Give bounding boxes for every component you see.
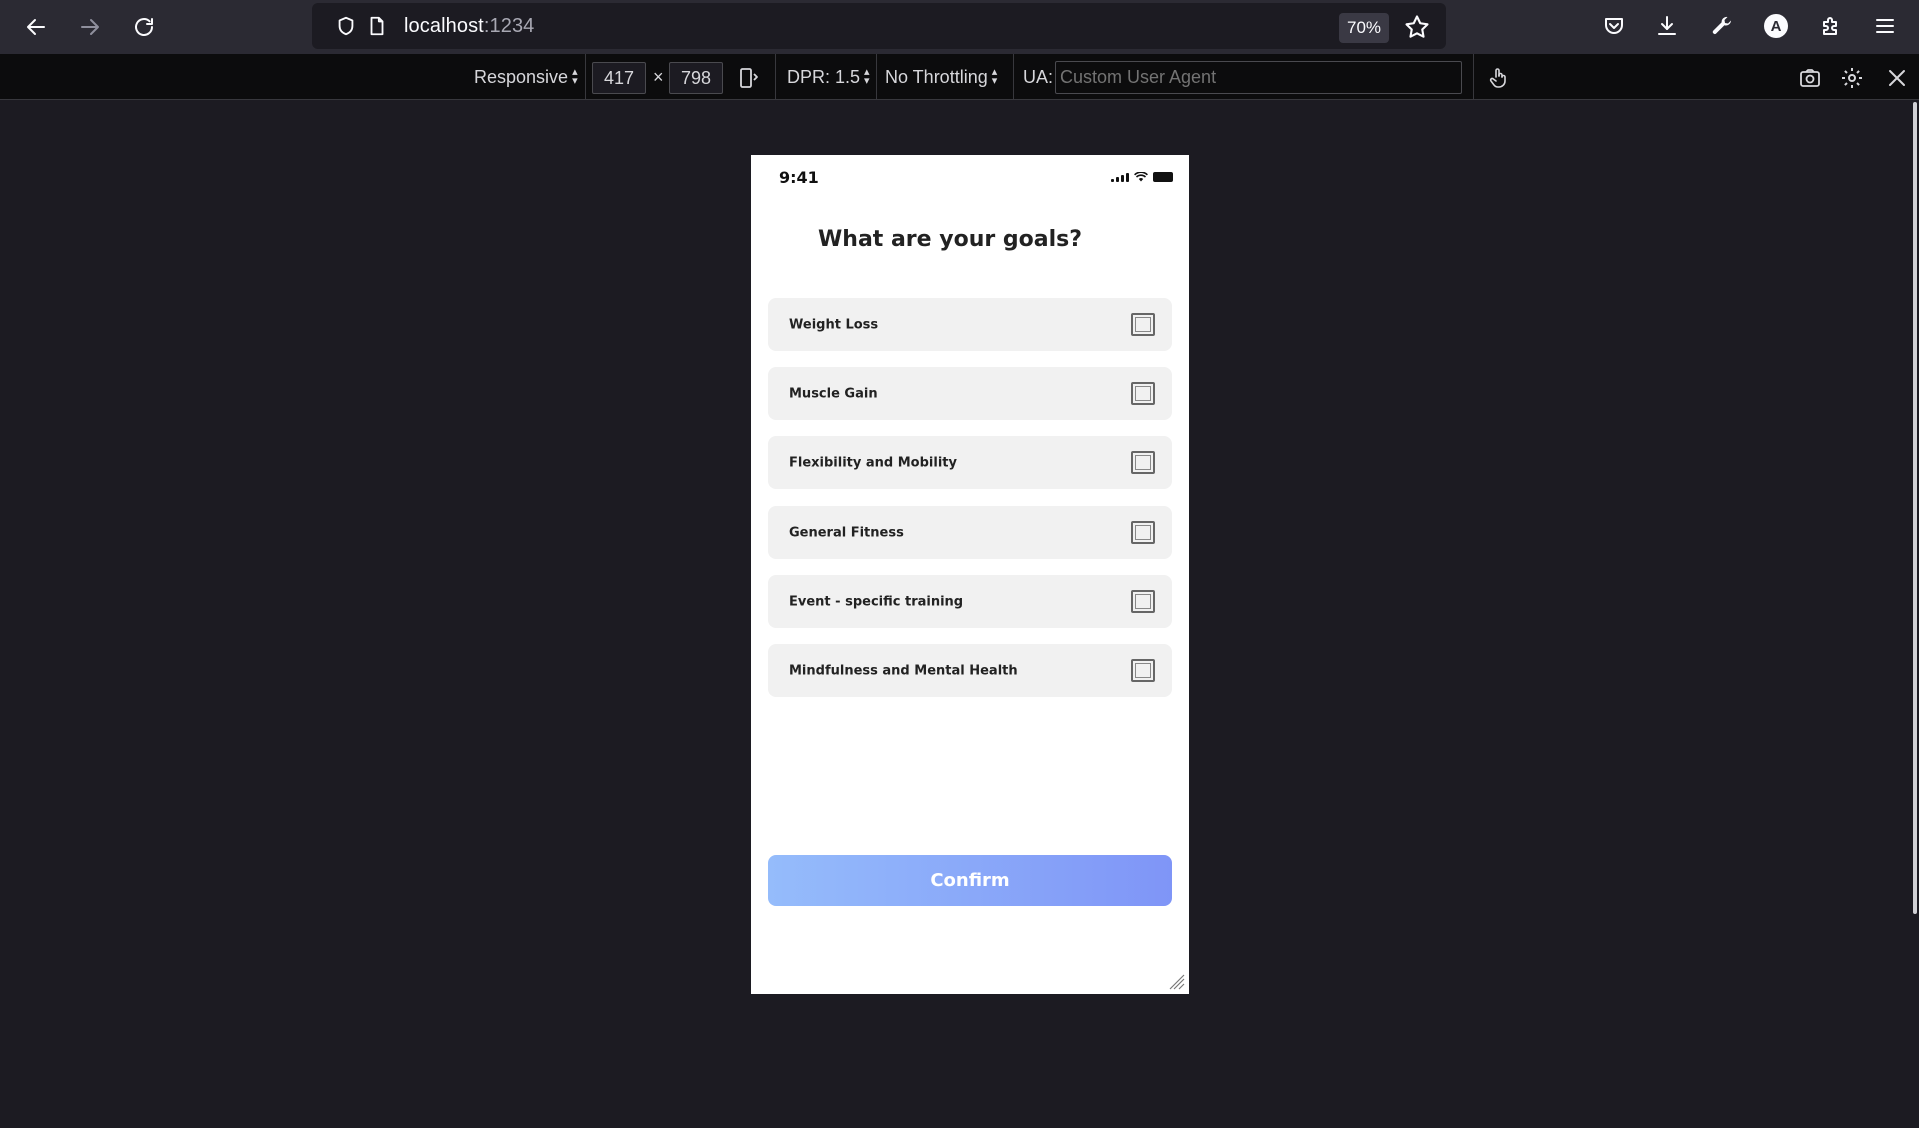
- pocket-button[interactable]: [1599, 11, 1629, 41]
- page-title: What are your goals?: [818, 227, 1082, 252]
- page-icon[interactable]: [365, 14, 389, 38]
- goal-checkbox[interactable]: [1131, 659, 1155, 682]
- settings-button[interactable]: [1838, 64, 1866, 92]
- goal-checkbox[interactable]: [1131, 451, 1155, 474]
- goal-label: Weight Loss: [789, 317, 879, 332]
- goal-option-general-fitness[interactable]: General Fitness: [768, 506, 1172, 559]
- puzzle-icon: [1823, 17, 1837, 35]
- goal-label: General Fitness: [789, 525, 904, 540]
- forward-button[interactable]: [73, 10, 107, 44]
- screenshot-button[interactable]: [1796, 64, 1824, 92]
- dimension-times: ×: [653, 66, 664, 87]
- resize-handle-icon[interactable]: [1169, 974, 1185, 990]
- status-icons: [1111, 172, 1173, 182]
- device-label: Responsive: [474, 66, 569, 87]
- user-agent-input[interactable]: Custom User Agent: [1055, 61, 1462, 94]
- url-text[interactable]: localhost:1234: [404, 15, 534, 38]
- phone-screen: 9:41 What are your goals? Weight Loss Mu…: [751, 155, 1189, 994]
- separator: [876, 54, 877, 100]
- bookmark-star-icon[interactable]: [1403, 13, 1431, 41]
- status-time: 9:41: [779, 168, 819, 187]
- ua-label: UA:: [1023, 66, 1054, 87]
- goal-label: Muscle Gain: [789, 386, 878, 401]
- touch-hand-icon: [1489, 68, 1506, 88]
- account-button[interactable]: A: [1761, 11, 1791, 41]
- zoom-level-badge[interactable]: 70%: [1339, 13, 1389, 43]
- separator: [585, 54, 586, 100]
- device-selector[interactable]: Responsive ▴ ▾: [474, 63, 578, 91]
- updown-icon: ▴ ▾: [864, 66, 870, 87]
- camera-icon: [1800, 69, 1820, 87]
- dpr-label: DPR: 1.5: [787, 66, 861, 87]
- throttling-selector[interactable]: No Throttling ▴ ▾: [885, 63, 997, 91]
- goal-label: Mindfulness and Mental Health: [789, 663, 1018, 678]
- devtools-button[interactable]: [1707, 11, 1737, 41]
- reload-icon: [135, 18, 153, 36]
- avatar: A: [1764, 14, 1788, 38]
- separator: [775, 54, 776, 100]
- viewport-height-input[interactable]: 798: [669, 62, 723, 94]
- throttling-label: No Throttling: [885, 66, 988, 87]
- download-icon: [1658, 16, 1676, 35]
- shield-icon[interactable]: [334, 14, 358, 38]
- url-host: localhost: [404, 15, 484, 37]
- close-icon: [1889, 70, 1905, 86]
- url-bar[interactable]: localhost:1234 70%: [312, 3, 1446, 49]
- downloads-button[interactable]: [1652, 11, 1682, 41]
- updown-icon: ▴ ▾: [572, 66, 578, 87]
- goal-checkbox[interactable]: [1131, 313, 1155, 336]
- back-button[interactable]: [19, 10, 53, 44]
- goal-option-event-training[interactable]: Event - specific training: [768, 575, 1172, 628]
- gear-icon: [1842, 68, 1862, 88]
- dpr-selector[interactable]: DPR: 1.5 ▴ ▾: [787, 63, 870, 91]
- signal-icon: [1111, 172, 1129, 182]
- rotate-device-icon: [740, 68, 758, 88]
- battery-icon: [1153, 172, 1173, 182]
- arrow-right-icon: [81, 19, 99, 35]
- hamburger-menu-icon: [1876, 19, 1894, 33]
- goal-option-mindfulness[interactable]: Mindfulness and Mental Health: [768, 644, 1172, 697]
- browser-toolbar: localhost:1234 70% A: [0, 0, 1919, 54]
- confirm-button[interactable]: Confirm: [768, 855, 1172, 906]
- goal-checkbox[interactable]: [1131, 521, 1155, 544]
- scrollbar[interactable]: [1913, 102, 1917, 914]
- close-rdm-button[interactable]: [1883, 64, 1911, 92]
- wrench-icon: [1712, 16, 1731, 34]
- touch-simulation-button[interactable]: [1485, 64, 1513, 92]
- goal-option-flexibility[interactable]: Flexibility and Mobility: [768, 436, 1172, 489]
- pocket-icon: [1605, 18, 1623, 34]
- viewport-width-input[interactable]: 417: [592, 62, 646, 94]
- goal-label: Flexibility and Mobility: [789, 455, 957, 470]
- goal-option-weight-loss[interactable]: Weight Loss: [768, 298, 1172, 351]
- responsive-design-toolbar: Responsive ▴ ▾ 417 × 798 DPR: 1.5 ▴ ▾ No T…: [0, 54, 1919, 100]
- rotate-device-button[interactable]: [735, 64, 763, 92]
- updown-icon: ▴ ▾: [991, 66, 998, 87]
- goal-checkbox[interactable]: [1131, 590, 1155, 613]
- goal-label: Event - specific training: [789, 594, 964, 609]
- separator: [1473, 54, 1474, 100]
- menu-button[interactable]: [1870, 11, 1900, 41]
- goal-checkbox[interactable]: [1131, 382, 1155, 405]
- wifi-icon: [1134, 172, 1148, 182]
- extensions-button[interactable]: [1816, 11, 1846, 41]
- reload-button[interactable]: [127, 10, 161, 44]
- goal-option-muscle-gain[interactable]: Muscle Gain: [768, 367, 1172, 420]
- url-port: :1234: [483, 15, 535, 37]
- separator: [1013, 54, 1014, 100]
- arrow-left-icon: [27, 19, 45, 35]
